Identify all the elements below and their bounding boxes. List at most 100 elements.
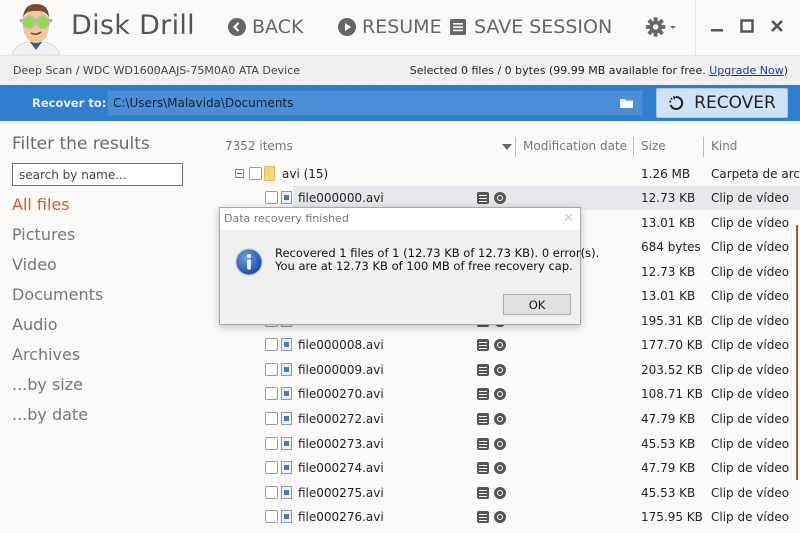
preview-icon[interactable]: [494, 339, 506, 351]
file-info-icon[interactable]: [477, 438, 489, 450]
preview-icon[interactable]: [494, 511, 506, 523]
file-kind: Clip de vídeo: [711, 240, 790, 254]
file-name: file000000.avi: [298, 191, 384, 205]
file-info-icon[interactable]: [477, 511, 489, 523]
filter-by-size[interactable]: ...by size: [12, 375, 83, 394]
file-checkbox[interactable]: [265, 191, 278, 204]
maximize-icon: [740, 19, 754, 33]
back-label: BACK: [252, 16, 304, 38]
file-kind: Clip de vídeo: [711, 510, 790, 524]
maximize-button[interactable]: [737, 16, 757, 36]
window-controls-divider: [695, 0, 696, 55]
chevron-down-icon: [670, 26, 677, 29]
folder-checkbox[interactable]: [249, 167, 262, 180]
resume-button[interactable]: RESUME: [338, 14, 442, 40]
file-checkbox[interactable]: [265, 486, 278, 499]
file-size: 684 bytes: [641, 240, 701, 254]
file-size: 203.52 KB: [641, 363, 703, 377]
preview-icon[interactable]: [494, 192, 506, 204]
column-separator: [633, 137, 634, 157]
file-row[interactable]: file000270.avi 108.71 KB Clip de vídeo: [215, 382, 800, 406]
gear-icon: [645, 17, 666, 37]
preview-icon[interactable]: [494, 462, 506, 474]
file-info-icon[interactable]: [477, 364, 489, 376]
preview-icon[interactable]: [494, 487, 506, 499]
file-info-icon[interactable]: [477, 487, 489, 499]
file-info-icon[interactable]: [477, 192, 489, 204]
file-kind: Clip de vídeo: [711, 216, 790, 230]
play-icon: [338, 18, 356, 36]
file-name: file000008.avi: [298, 338, 384, 352]
file-row[interactable]: file000275.avi 45.53 KB Clip de vídeo: [215, 481, 800, 505]
column-header-kind[interactable]: Kind: [711, 139, 737, 153]
file-checkbox[interactable]: [265, 387, 278, 400]
file-name: file000273.avi: [298, 437, 384, 451]
sort-dropdown-icon[interactable]: [502, 144, 512, 150]
file-checkbox[interactable]: [265, 412, 278, 425]
back-button[interactable]: BACK: [228, 14, 303, 40]
file-row[interactable]: file000008.avi 177.70 KB Clip de vídeo: [215, 333, 800, 357]
close-icon: [771, 20, 783, 32]
save-session-label: SAVE SESSION: [474, 16, 613, 38]
search-input[interactable]: [12, 163, 183, 186]
scrollbar[interactable]: [796, 225, 798, 480]
file-row[interactable]: file000276.avi 175.95 KB Clip de vídeo: [215, 505, 800, 529]
item-count: 7352 items: [225, 139, 293, 153]
file-checkbox[interactable]: [265, 363, 278, 376]
file-kind: Clip de vídeo: [711, 437, 790, 451]
file-info-icon[interactable]: [477, 462, 489, 474]
preview-icon[interactable]: [494, 364, 506, 376]
file-kind: Clip de vídeo: [711, 461, 790, 475]
video-file-icon: [281, 338, 292, 351]
filter-video[interactable]: Video: [12, 255, 57, 274]
file-checkbox[interactable]: [265, 437, 278, 450]
filter-audio[interactable]: Audio: [12, 315, 57, 334]
save-session-button[interactable]: SAVE SESSION: [450, 14, 612, 40]
file-size: 13.01 KB: [641, 216, 696, 230]
file-checkbox[interactable]: [265, 461, 278, 474]
file-info-icon[interactable]: [477, 339, 489, 351]
file-row[interactable]: file000273.avi 45.53 KB Clip de vídeo: [215, 432, 800, 456]
file-row[interactable]: file000009.avi 203.52 KB Clip de vídeo: [215, 358, 800, 382]
preview-icon[interactable]: [494, 388, 506, 400]
info-icon: [235, 248, 263, 276]
file-checkbox[interactable]: [265, 510, 278, 523]
video-file-icon: [281, 486, 292, 499]
file-info-icon[interactable]: [477, 388, 489, 400]
selection-info-suffix: ): [783, 64, 788, 77]
file-row[interactable]: file000274.avi 47.79 KB Clip de vídeo: [215, 456, 800, 480]
file-name: file000272.avi: [298, 412, 384, 426]
dialog-title: Data recovery finished: [224, 212, 349, 225]
file-size: 45.53 KB: [641, 486, 696, 500]
breadcrumb: Deep Scan / WDC WD1600AAJS-75M0A0 ATA De…: [13, 64, 301, 77]
column-separator: [515, 137, 516, 157]
file-list-header: 7352 items Modification date Size Kind: [215, 137, 800, 159]
folder-open-icon[interactable]: [620, 97, 634, 109]
filter-all-files[interactable]: All files: [12, 195, 70, 214]
filter-sidebar: Filter the results All files Pictures Vi…: [0, 121, 215, 533]
collapse-icon[interactable]: [235, 169, 244, 178]
preview-icon[interactable]: [494, 438, 506, 450]
file-size: 45.53 KB: [641, 437, 696, 451]
recover-path-field[interactable]: C:\Users\Malavida\Documents: [107, 90, 643, 116]
file-row[interactable]: file000272.avi 47.79 KB Clip de vídeo: [215, 407, 800, 431]
recover-path-value: C:\Users\Malavida\Documents: [113, 96, 294, 110]
filter-pictures[interactable]: Pictures: [12, 225, 75, 244]
folder-size: 1.26 MB: [641, 167, 691, 181]
file-checkbox[interactable]: [265, 338, 278, 351]
preview-icon[interactable]: [494, 413, 506, 425]
dialog-ok-button[interactable]: OK: [503, 294, 571, 315]
file-info-icon[interactable]: [477, 413, 489, 425]
recover-button[interactable]: RECOVER: [656, 88, 788, 118]
minimize-button[interactable]: [707, 16, 727, 36]
folder-row[interactable]: avi (15) 1.26 MB Carpeta de arc...: [215, 162, 800, 186]
dialog-close-button[interactable]: ✕: [563, 211, 574, 226]
filter-by-date[interactable]: ...by date: [12, 405, 88, 424]
close-window-button[interactable]: [767, 16, 787, 36]
filter-archives[interactable]: Archives: [12, 345, 80, 364]
column-header-modification-date[interactable]: Modification date: [523, 139, 627, 153]
upgrade-now-link[interactable]: Upgrade Now: [709, 64, 783, 77]
column-header-size[interactable]: Size: [641, 139, 666, 153]
settings-button[interactable]: [645, 15, 677, 39]
filter-documents[interactable]: Documents: [12, 285, 103, 304]
